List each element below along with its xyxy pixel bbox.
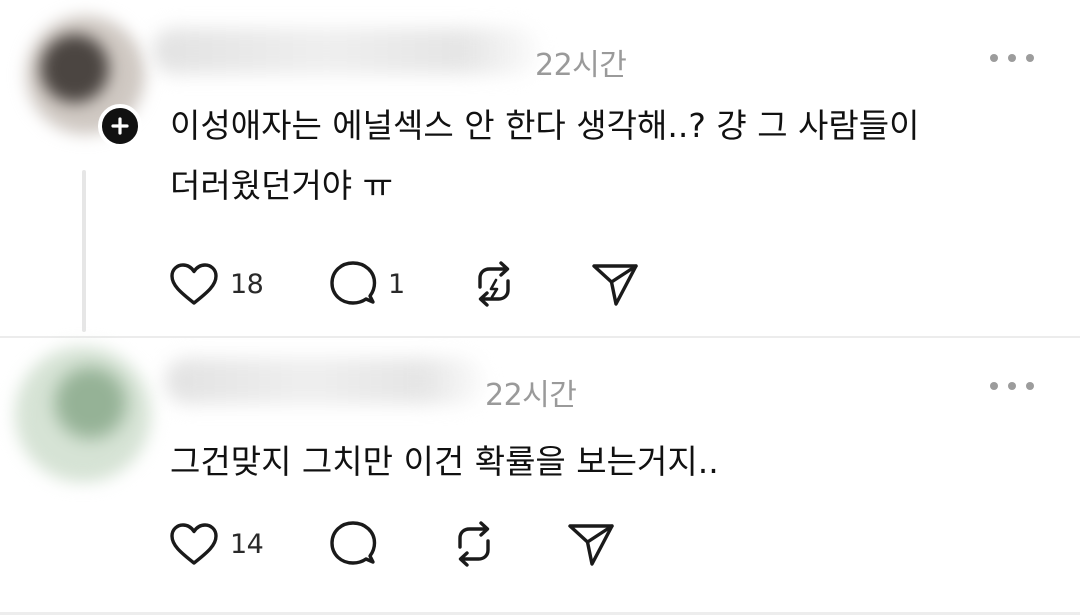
repost-button[interactable]: [468, 259, 520, 309]
more-icon: [990, 54, 998, 62]
reply-count: 1: [388, 268, 405, 300]
post-body: 이성애자는 에널섹스 안 한다 생각해..? 걍 그 사람들이 더러웠던거야 ㅠ: [170, 106, 920, 205]
like-count: 14: [230, 528, 264, 560]
action-bar: 14: [168, 519, 768, 569]
action-bar: 18 1: [168, 259, 768, 309]
repost-icon: [478, 261, 510, 307]
username-redacted[interactable]: [152, 28, 540, 74]
more-options-button[interactable]: [990, 378, 1034, 394]
reply-button[interactable]: 1: [328, 259, 405, 309]
thread-line: [82, 170, 86, 332]
reply-button[interactable]: [328, 519, 378, 569]
share-icon: [592, 264, 638, 306]
share-icon: [568, 524, 614, 566]
comment-icon: [330, 521, 377, 565]
comment-icon: [330, 261, 377, 305]
like-button[interactable]: 14: [168, 519, 264, 569]
post-time: 22시간: [535, 48, 627, 83]
like-count: 18: [230, 268, 264, 300]
follow-button[interactable]: [98, 104, 142, 148]
avatar[interactable]: [8, 342, 158, 487]
more-options-button[interactable]: [990, 50, 1034, 66]
plus-icon: [111, 117, 129, 135]
post-body: 그건맞지 그치만 이건 확률을 보는거지..: [170, 442, 719, 481]
heart-icon: [170, 263, 218, 305]
reply-post: 22시간 그건맞지 그치만 이건 확률을 보는거지.. 14: [0, 338, 1080, 608]
like-button[interactable]: 18: [168, 259, 264, 309]
share-button[interactable]: [566, 519, 616, 569]
post-time: 22시간: [485, 378, 577, 413]
repost-button[interactable]: [448, 519, 500, 569]
reply-post: 22시간 이성애자는 에널섹스 안 한다 생각해..? 걍 그 사람들이 더러웠…: [0, 0, 1080, 338]
repost-icon: [458, 521, 490, 567]
username-redacted[interactable]: [165, 358, 485, 404]
more-icon: [990, 382, 998, 390]
heart-icon: [170, 523, 218, 565]
share-button[interactable]: [590, 259, 640, 309]
